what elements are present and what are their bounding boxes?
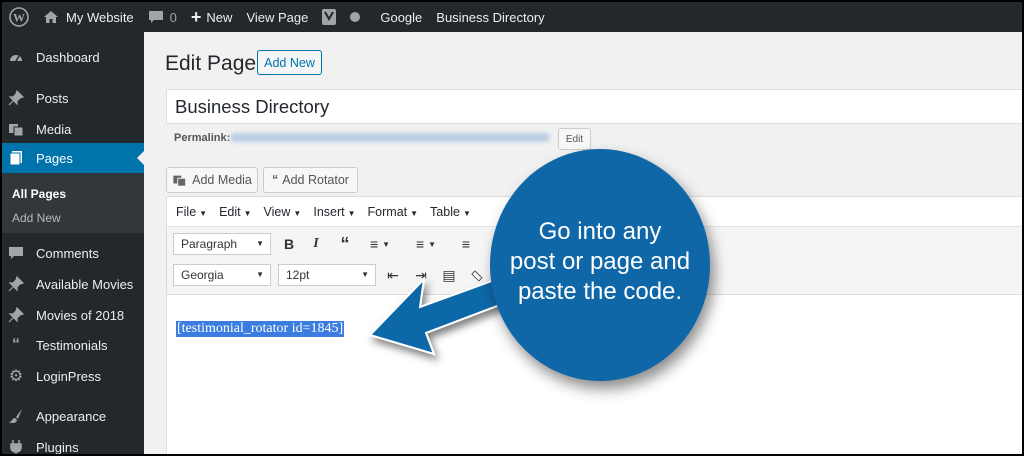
callout-text: Go into any post or page and paste the c…: [490, 217, 710, 307]
callout-line: paste the code.: [517, 278, 683, 305]
screen-frame: W My Website 0 + New View Page Google Bu…: [2, 2, 1022, 454]
callout-line: Go into any: [538, 218, 662, 245]
callout-line: post or page and: [509, 248, 691, 275]
